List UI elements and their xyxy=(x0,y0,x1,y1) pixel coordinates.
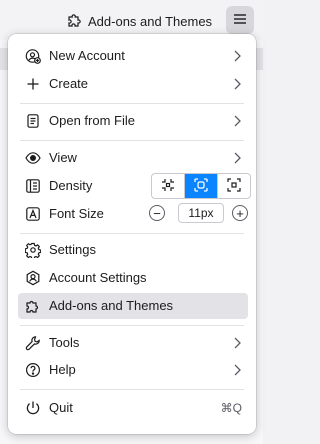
menu-item-settings[interactable]: Settings xyxy=(18,237,248,263)
menu-item-help[interactable]: Help xyxy=(18,357,248,383)
menu-item-label: Account Settings xyxy=(49,270,147,285)
menu-separator xyxy=(20,389,244,390)
menu-item-label: Help xyxy=(49,362,76,377)
touch-density-icon xyxy=(226,177,242,196)
font-size-decrease-button[interactable]: − xyxy=(149,205,165,221)
chevron-right-icon xyxy=(232,76,242,92)
menu-item-label: Tools xyxy=(49,335,80,350)
menu-separator xyxy=(20,103,244,104)
puzzle-icon xyxy=(66,11,84,32)
menu-item-view[interactable]: View xyxy=(18,145,248,171)
app-menu-button[interactable] xyxy=(226,6,254,34)
eye-icon xyxy=(25,150,41,166)
density-icon xyxy=(25,178,41,194)
menu-separator xyxy=(20,233,244,234)
font-size-value[interactable]: 11px xyxy=(178,203,224,223)
tab-title-label: Add-ons and Themes xyxy=(88,14,213,29)
menu-item-new-account[interactable]: New Account xyxy=(18,43,248,69)
normal-density-icon xyxy=(193,177,209,196)
font-icon xyxy=(25,206,41,222)
account-settings-icon xyxy=(25,270,41,286)
plus-icon xyxy=(25,76,41,92)
hamburger-icon xyxy=(233,12,247,29)
chevron-right-icon xyxy=(232,113,242,129)
menu-separator xyxy=(20,325,244,326)
density-toggle-group xyxy=(151,173,251,199)
chevron-right-icon xyxy=(232,150,242,166)
menu-item-tools[interactable]: Tools xyxy=(18,330,248,356)
file-icon xyxy=(25,113,41,129)
menu-item-quit[interactable]: Quit ⌘Q xyxy=(18,395,248,421)
menu-item-density: Density xyxy=(18,173,251,199)
menu-item-open-from-file[interactable]: Open from File xyxy=(18,108,248,134)
menu-separator xyxy=(20,140,244,141)
density-compact-button[interactable] xyxy=(152,174,184,198)
minus-icon: − xyxy=(153,205,161,221)
font-size-increase-button[interactable]: + xyxy=(232,205,248,221)
menu-item-label: Settings xyxy=(49,242,96,257)
plus-icon: + xyxy=(236,205,244,221)
density-touch-button[interactable] xyxy=(217,174,250,198)
gear-icon xyxy=(25,242,41,258)
menu-item-label: Open from File xyxy=(49,113,135,128)
menu-item-font-size: Font Size − 11px + xyxy=(18,201,248,227)
app-menu-panel: New Account Create Open from File View D… xyxy=(8,34,256,434)
menu-item-label: Font Size xyxy=(49,206,104,221)
chevron-right-icon xyxy=(232,362,242,378)
puzzle-icon xyxy=(25,298,41,314)
menu-item-account-settings[interactable]: Account Settings xyxy=(18,265,248,291)
help-icon xyxy=(25,362,41,378)
menu-item-label: View xyxy=(49,150,77,165)
menu-item-label: Density xyxy=(49,178,93,193)
chevron-right-icon xyxy=(232,335,242,351)
power-icon xyxy=(25,400,41,416)
menu-item-label: Quit xyxy=(49,400,73,415)
chevron-right-icon xyxy=(232,48,242,64)
menu-item-create[interactable]: Create xyxy=(18,71,248,97)
menu-item-label: Create xyxy=(49,76,89,91)
density-normal-button[interactable] xyxy=(184,174,217,198)
menu-item-label: Add-ons and Themes xyxy=(49,298,174,313)
compact-icon xyxy=(160,177,176,196)
menu-item-addons-and-themes[interactable]: Add-ons and Themes xyxy=(18,293,248,319)
account-plus-icon xyxy=(25,48,41,64)
tab-title[interactable]: Add-ons and Themes xyxy=(66,11,212,32)
wrench-icon xyxy=(25,335,41,351)
keyboard-shortcut: ⌘Q xyxy=(220,401,242,415)
menu-item-label: New Account xyxy=(49,48,125,63)
